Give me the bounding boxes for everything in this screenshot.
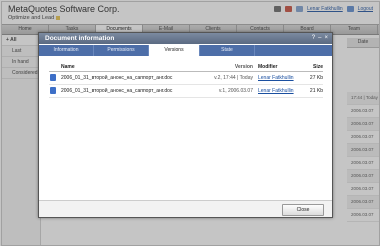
dialog-footer: Close [39,200,332,217]
version-value: v.2, 17:44 | Today [214,75,253,81]
close-icon[interactable]: × [324,35,328,41]
version-column-header[interactable]: Version [197,63,258,71]
size-column-header[interactable]: Size [306,63,323,71]
doc-icon-cell [49,72,61,84]
modifier-link[interactable]: Lenar Fatkhullin [258,75,294,81]
icon-column-header [49,63,61,71]
dialog-title: Document information [45,35,115,42]
dialog-controls: ? – × [312,35,328,41]
modifier-link[interactable]: Lenar Fatkhullin [258,88,294,94]
size-value: 27 Kb [309,75,323,81]
modifier-column-header[interactable]: Modifier [258,63,306,71]
table-row[interactable]: 2006_01_31_второй_анонс_на_саппорт_анг.d… [49,85,323,98]
table-header: Name Version Modifier Size [49,63,323,72]
tab-state[interactable]: State [200,45,255,56]
tab-permissions[interactable]: Permissions [94,45,149,56]
file-name: 2006_01_31_второй_анонс_на_саппорт_анг.d… [61,75,173,81]
versions-table: Name Version Modifier Size 2006_01_31_вт… [49,63,323,98]
word-doc-icon [50,74,56,81]
close-button[interactable]: Close [282,204,324,216]
tab-information[interactable]: Information [39,45,94,56]
dialog-tabs: Information Permissions Versions State [39,45,332,56]
modifier-cell: Lenar Fatkhullin [258,85,306,97]
table-row[interactable]: 2006_01_31_второй_анонс_на_саппорт_анг.d… [49,72,323,85]
word-doc-icon [50,87,56,94]
modifier-cell: Lenar Fatkhullin [258,72,306,84]
dialog-titlebar[interactable]: Document information ? – × [39,33,332,44]
tab-versions[interactable]: Versions [149,45,200,56]
file-name: 2006_01_31_второй_анонс_на_саппорт_анг.d… [61,88,173,94]
version-value: v.1, 2006.03.07 [218,88,253,94]
minimize-icon[interactable]: – [318,35,321,41]
name-column-header[interactable]: Name [61,63,197,71]
doc-icon-cell [49,85,61,97]
help-icon[interactable]: ? [312,35,315,41]
document-info-dialog: Document information ? – × Information P… [38,32,333,218]
size-value: 21 Kb [309,88,323,94]
